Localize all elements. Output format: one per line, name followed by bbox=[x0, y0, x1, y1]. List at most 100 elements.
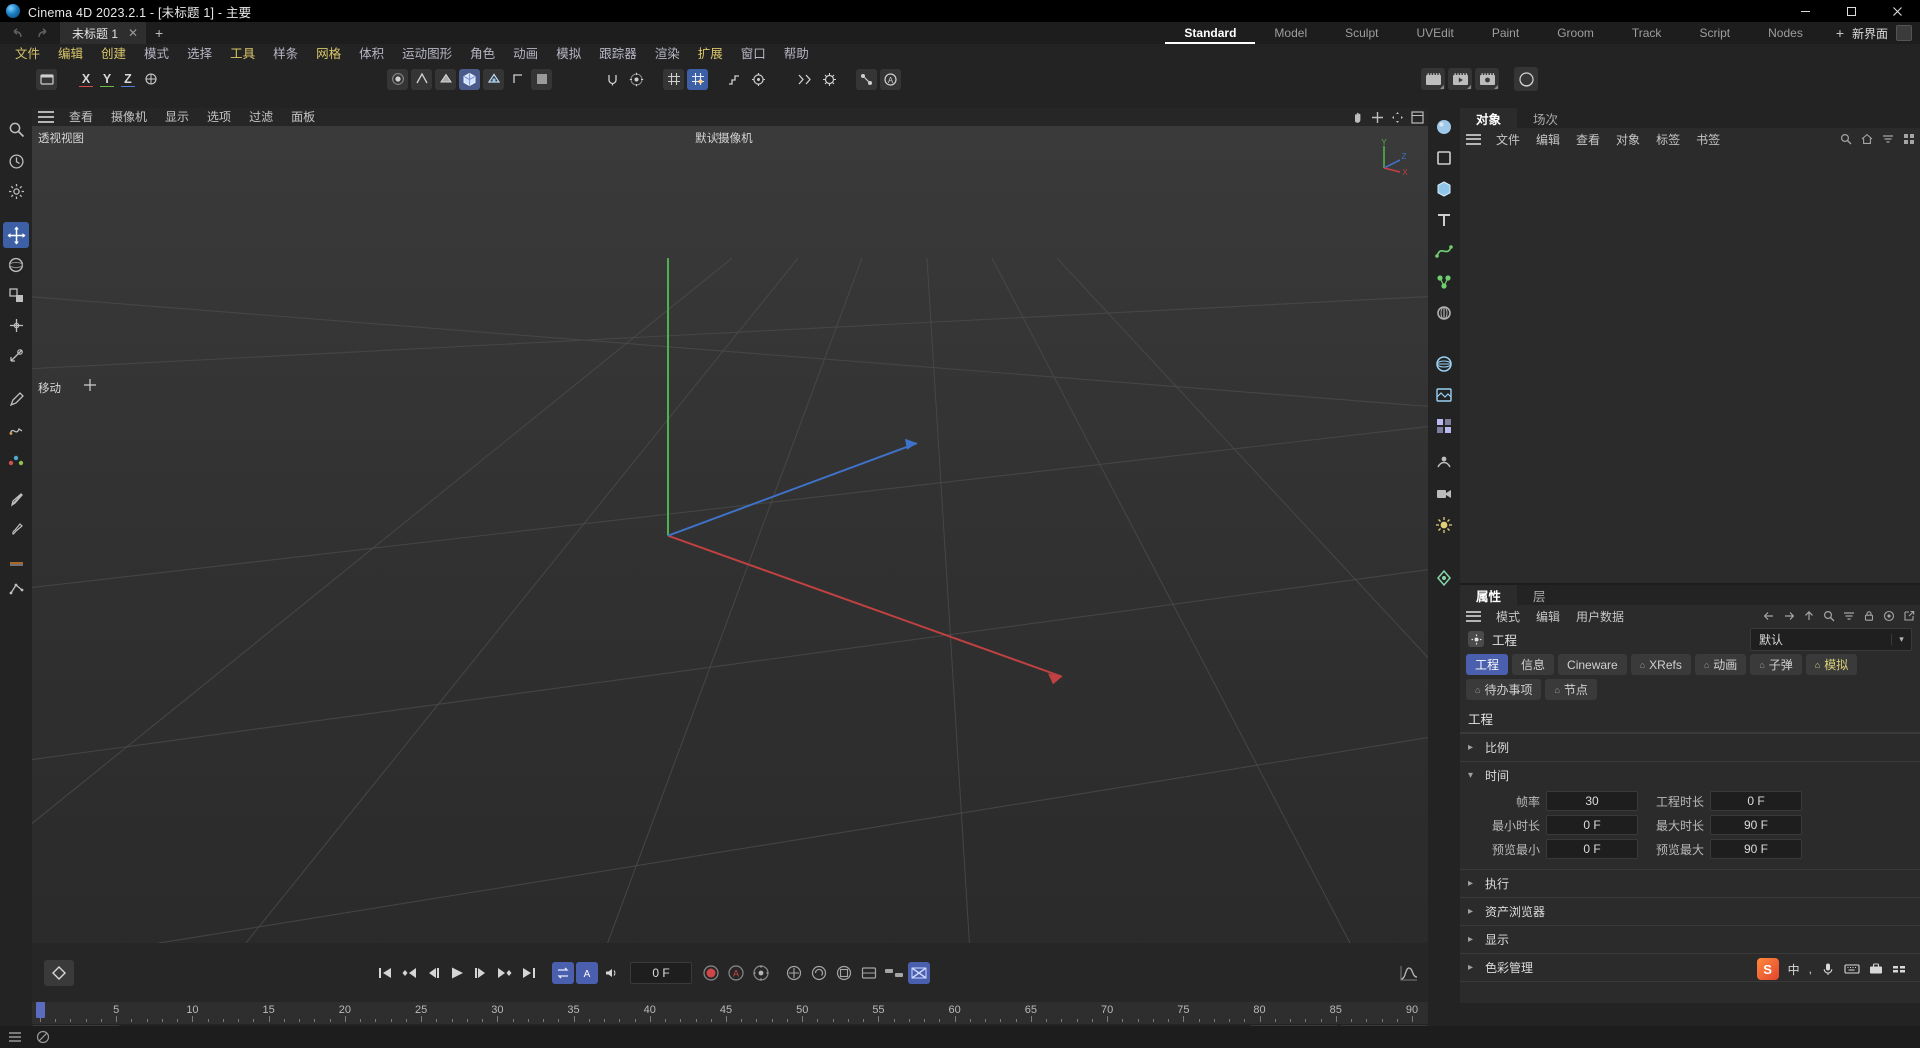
preview-max-input[interactable]: 90 F bbox=[1710, 839, 1802, 859]
attr-chip-5[interactable]: ⌂ 子弹 bbox=[1750, 654, 1802, 675]
autokey-button[interactable]: A bbox=[725, 962, 747, 984]
spline-object-icon[interactable] bbox=[1431, 238, 1457, 264]
om-menu-object[interactable]: 对象 bbox=[1608, 131, 1648, 148]
menu-item-3[interactable]: 模式 bbox=[135, 44, 178, 64]
material-preview-icon[interactable] bbox=[1514, 67, 1538, 91]
autokey-record-button[interactable]: A bbox=[576, 962, 598, 984]
attr-chip-6[interactable]: ⌂ 模拟 bbox=[1805, 654, 1858, 675]
next-frame-button[interactable] bbox=[470, 962, 492, 984]
preview-min-input[interactable]: 0 F bbox=[1546, 839, 1638, 859]
render-to-picture-viewer-icon[interactable] bbox=[1448, 68, 1472, 90]
close-icon[interactable]: ✕ bbox=[128, 26, 138, 40]
camera-icon[interactable] bbox=[1431, 481, 1457, 507]
enable-axis-icon[interactable] bbox=[602, 69, 623, 90]
menu-item-13[interactable]: 跟踪器 bbox=[590, 44, 646, 64]
popout-icon[interactable] bbox=[1903, 610, 1915, 622]
tab-groom[interactable]: Groom bbox=[1538, 22, 1613, 44]
interface-toggle-icon[interactable] bbox=[1896, 25, 1912, 41]
hamburger-icon[interactable] bbox=[1466, 133, 1481, 145]
camera-lock-icon[interactable]: ↺ bbox=[710, 130, 720, 144]
tab-paint[interactable]: Paint bbox=[1473, 22, 1538, 44]
position-key-button[interactable] bbox=[783, 962, 805, 984]
zoom-icon[interactable] bbox=[1371, 111, 1384, 124]
attr-chip-1[interactable]: 信息 bbox=[1512, 654, 1555, 675]
om-menu-edit[interactable]: 编辑 bbox=[1528, 131, 1568, 148]
hamburger-icon[interactable] bbox=[1466, 610, 1481, 622]
prev-frame-button[interactable] bbox=[422, 962, 444, 984]
menu-item-0[interactable]: 文件 bbox=[6, 44, 49, 64]
axis-y-button[interactable]: Y bbox=[98, 69, 116, 89]
scale-tool-icon[interactable] bbox=[3, 282, 29, 308]
group-execution[interactable]: ▸ 执行 bbox=[1460, 869, 1920, 897]
filter-icon[interactable] bbox=[1882, 133, 1894, 145]
forward-arrow-icon[interactable] bbox=[1783, 610, 1795, 622]
tab-nodes[interactable]: Nodes bbox=[1749, 22, 1822, 44]
tab-model[interactable]: Model bbox=[1255, 22, 1326, 44]
param-key-button[interactable] bbox=[858, 962, 880, 984]
cube-object-icon[interactable] bbox=[1431, 145, 1457, 171]
workplane-axis-icon[interactable] bbox=[507, 69, 528, 90]
menu-item-8[interactable]: 体积 bbox=[350, 44, 393, 64]
paint-weights-icon[interactable] bbox=[3, 446, 29, 472]
viewport-menu-filter[interactable]: 过滤 bbox=[240, 108, 282, 126]
om-menu-file[interactable]: 文件 bbox=[1488, 131, 1528, 148]
current-frame-input[interactable]: 0 F bbox=[630, 962, 692, 984]
loop-playback-button[interactable] bbox=[552, 962, 574, 984]
keyboard-icon[interactable] bbox=[1844, 962, 1860, 976]
hamburger-icon[interactable] bbox=[38, 111, 54, 123]
hand-icon[interactable] bbox=[1351, 111, 1364, 124]
menu-item-11[interactable]: 动画 bbox=[504, 44, 547, 64]
model-mode-icon[interactable] bbox=[459, 68, 480, 90]
tab-script[interactable]: Script bbox=[1680, 22, 1749, 44]
maximize-button[interactable] bbox=[1828, 0, 1874, 22]
menu-item-10[interactable]: 角色 bbox=[461, 44, 504, 64]
sound-button[interactable] bbox=[600, 962, 622, 984]
tab-layers[interactable]: 层 bbox=[1517, 585, 1562, 605]
prev-key-button[interactable] bbox=[398, 962, 420, 984]
play-button[interactable] bbox=[446, 962, 468, 984]
settings-icon[interactable] bbox=[3, 178, 29, 204]
goto-start-button[interactable] bbox=[374, 962, 396, 984]
new-document-button[interactable]: + bbox=[146, 22, 172, 44]
next-key-button[interactable] bbox=[494, 962, 516, 984]
sogou-ime-icon[interactable]: S bbox=[1756, 958, 1779, 980]
viewport-menu-camera[interactable]: 摄像机 bbox=[102, 108, 156, 126]
curve-editor-icon[interactable] bbox=[1398, 962, 1420, 984]
attr-chip-4[interactable]: ⌂ 动画 bbox=[1694, 654, 1747, 675]
simulation-icon[interactable] bbox=[1431, 450, 1457, 476]
scale-key-button[interactable] bbox=[833, 962, 855, 984]
content-browser-icon[interactable] bbox=[36, 68, 57, 90]
tab-standard[interactable]: Standard bbox=[1165, 22, 1256, 44]
tab-sculpt[interactable]: Sculpt bbox=[1326, 22, 1397, 44]
tab-track[interactable]: Track bbox=[1613, 22, 1681, 44]
mograph-icon[interactable] bbox=[1431, 413, 1457, 439]
spline-sketch-icon[interactable] bbox=[3, 416, 29, 442]
move-history-icon[interactable] bbox=[3, 148, 29, 174]
autokey-toggle-button[interactable] bbox=[908, 962, 930, 984]
attr-chip-7[interactable]: ⌂ 待办事项 bbox=[1466, 679, 1542, 700]
polygon-mode-icon[interactable] bbox=[435, 68, 456, 90]
minimize-button[interactable] bbox=[1782, 0, 1828, 22]
more-icon[interactable] bbox=[1892, 962, 1906, 976]
snap-enable-icon[interactable] bbox=[687, 68, 708, 90]
keyframe-icon[interactable] bbox=[44, 960, 74, 986]
generator-icon[interactable] bbox=[1431, 269, 1457, 295]
line-cut-icon[interactable] bbox=[3, 546, 29, 572]
timeline-playhead[interactable] bbox=[36, 1002, 45, 1018]
max-time-input[interactable]: 90 F bbox=[1710, 815, 1802, 835]
undo-icon[interactable] bbox=[10, 27, 25, 41]
menu-item-17[interactable]: 帮助 bbox=[775, 44, 818, 64]
document-tab[interactable]: 未标题 1 ✕ bbox=[60, 22, 147, 44]
om-menu-view[interactable]: 查看 bbox=[1568, 131, 1608, 148]
attr-chip-8[interactable]: ⌂ 节点 bbox=[1545, 679, 1597, 700]
fps-input[interactable]: 30 bbox=[1546, 791, 1638, 811]
menu-item-4[interactable]: 选择 bbox=[178, 44, 221, 64]
tab-attributes[interactable]: 属性 bbox=[1460, 585, 1518, 605]
no-selection-icon[interactable] bbox=[36, 1030, 50, 1044]
scene-nodes-icon[interactable] bbox=[856, 68, 877, 90]
mic-icon[interactable] bbox=[1821, 962, 1835, 976]
viewport-menu-view[interactable]: 查看 bbox=[60, 108, 102, 126]
tab-objects[interactable]: 对象 bbox=[1460, 108, 1518, 128]
scene-object-icon[interactable] bbox=[1431, 351, 1457, 377]
filter-icon[interactable] bbox=[1843, 610, 1855, 622]
